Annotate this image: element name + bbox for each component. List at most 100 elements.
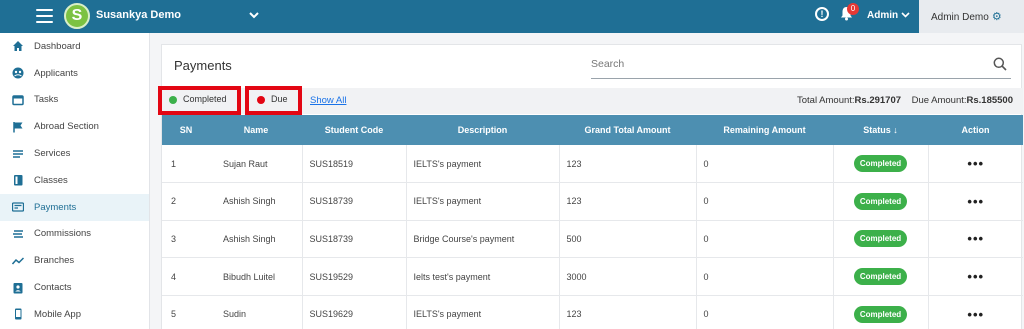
cell-sn: 5 — [162, 295, 210, 329]
sidebar-item-branches[interactable]: Branches — [0, 247, 149, 274]
sidebar-item-dashboard[interactable]: Dashboard — [0, 33, 149, 60]
cell-student-code: SUS18739 — [301, 220, 406, 259]
filter-completed-label: Completed — [183, 94, 227, 104]
cell-description: IELTS's payment — [405, 145, 559, 184]
more-actions-icon[interactable]: ••• — [967, 194, 984, 209]
sidebar-item-payments[interactable]: Payments — [0, 193, 149, 221]
cell-name: Bibudh Luitel — [210, 257, 302, 296]
cell-remaining: 0 — [695, 257, 833, 296]
cell-grand-total: 123 — [558, 295, 696, 329]
contacts-icon — [12, 282, 24, 294]
cell-name: Sudin — [210, 295, 302, 329]
more-actions-icon[interactable]: ••• — [967, 156, 984, 171]
cell-sn: 2 — [162, 182, 210, 221]
sidebar-item-label: Applicants — [34, 67, 78, 79]
more-actions-icon[interactable]: ••• — [967, 307, 984, 322]
more-actions-icon[interactable]: ••• — [967, 269, 984, 284]
total-amount-label: Total Amount: — [796, 95, 855, 106]
admin-demo-label: Admin Demo — [931, 12, 989, 23]
show-all-link[interactable]: Show All — [310, 95, 346, 106]
search-bar — [591, 53, 1011, 79]
search-input[interactable] — [591, 53, 981, 75]
sidebar-item-mobile-app[interactable]: Mobile App — [0, 301, 149, 328]
chevron-down-icon[interactable] — [248, 8, 260, 23]
col-status[interactable]: Status ↓ — [833, 115, 928, 145]
sidebar-item-tasks[interactable]: Tasks — [0, 87, 149, 114]
cell-sn: 4 — [162, 257, 210, 296]
sidebar-item-abroad-section[interactable]: Abroad Section — [0, 113, 149, 140]
hamburger-menu-icon[interactable] — [36, 9, 53, 23]
sidebar-item-label: Classes — [34, 174, 68, 186]
admin-dropdown[interactable]: Admin — [867, 10, 910, 21]
cell-remaining: 0 — [695, 145, 833, 184]
col-status-label: Status — [863, 125, 891, 135]
col-sn: SN — [179, 125, 193, 135]
cell-status: Completed — [832, 145, 928, 184]
due-amount-label: Due Amount: — [911, 95, 967, 106]
sort-arrow-icon: ↓ — [893, 125, 898, 135]
cell-status: Completed — [832, 295, 928, 329]
cell-name: Ashish Singh — [210, 220, 302, 259]
col-description: Description — [457, 125, 508, 135]
info-icon[interactable]: ! — [815, 7, 829, 21]
cell-description: Ielts test's payment — [405, 257, 559, 296]
status-badge: Completed — [853, 155, 908, 173]
cell-sn: 3 — [162, 220, 210, 259]
amount-totals: Total Amount:Rs.291707 Due Amount:Rs.185… — [797, 95, 1013, 106]
table-row: 5 Sudin SUS19629 IELTS's payment 123 0 C… — [162, 295, 1023, 329]
total-amount-value: Rs.291707 — [854, 95, 902, 106]
col-action: Action — [961, 125, 990, 135]
sidebar-item-label: Abroad Section — [34, 121, 99, 133]
cell-action: ••• — [927, 145, 1023, 184]
mobile-icon — [12, 308, 24, 320]
payments-table: SN Name Student Code Description Grand T… — [162, 115, 1023, 329]
home-icon — [12, 40, 24, 52]
more-actions-icon[interactable]: ••• — [967, 231, 984, 246]
cell-status: Completed — [832, 220, 928, 259]
sidebar-item-commissions[interactable]: Commissions — [0, 221, 149, 248]
sidebar-item-contacts[interactable]: Contacts — [0, 274, 149, 301]
table-row: 3 Ashish Singh SUS18739 Bridge Course's … — [162, 220, 1023, 259]
book-icon — [12, 174, 24, 186]
cell-name: Ashish Singh — [210, 182, 302, 221]
sidebar-item-label: Branches — [34, 255, 75, 267]
list-icon — [12, 148, 24, 160]
sidebar-item-label: Commissions — [34, 228, 92, 240]
app-title: Susankya Demo — [96, 9, 181, 21]
admin-demo-settings[interactable]: Admin Demo ⚙ — [919, 0, 1024, 33]
cell-student-code: SUS18739 — [301, 182, 406, 221]
trend-icon — [11, 255, 25, 267]
page-title: Payments — [174, 58, 232, 73]
table-row: 1 Sujan Raut SUS18519 IELTS's payment 12… — [162, 145, 1023, 184]
app-logo[interactable]: S — [64, 3, 90, 29]
sidebar-item-label: Payments — [34, 201, 77, 213]
sidebar-item-applicants[interactable]: Applicants — [0, 60, 149, 87]
col-student-code: Student Code — [324, 125, 384, 135]
sidebar-item-classes[interactable]: Classes — [0, 167, 149, 194]
col-remaining: Remaining Amount — [723, 125, 806, 135]
status-badge: Completed — [853, 230, 908, 248]
cell-student-code: SUS19629 — [301, 295, 406, 329]
cell-grand-total: 500 — [558, 220, 696, 259]
cell-grand-total: 3000 — [558, 257, 696, 296]
due-amount-value: Rs.185500 — [966, 95, 1013, 106]
filter-due-label: Due — [271, 94, 288, 104]
cell-remaining: 0 — [695, 182, 833, 221]
sidebar: Dashboard Applicants Tasks Abroad Sectio… — [0, 33, 150, 329]
status-badge: Completed — [853, 192, 908, 210]
cell-name: Sujan Raut — [210, 145, 302, 184]
filter-bar: Completed Due Show All Total Amount:Rs.2… — [158, 86, 1023, 115]
cell-remaining: 0 — [695, 220, 833, 259]
sidebar-item-label: Dashboard — [34, 40, 81, 52]
search-icon[interactable] — [993, 57, 1007, 76]
filter-due[interactable]: Due — [245, 86, 302, 115]
gear-icon: ⚙ — [991, 11, 1002, 23]
cell-student-code: SUS18519 — [301, 145, 406, 184]
sidebar-item-label: Contacts — [34, 282, 72, 294]
filter-completed[interactable]: Completed — [158, 86, 241, 115]
cell-description: IELTS's payment — [405, 182, 559, 221]
sidebar-item-services[interactable]: Services — [0, 140, 149, 167]
cell-description: Bridge Course's payment — [405, 220, 559, 259]
table-row: 4 Bibudh Luitel SUS19529 Ielts test's pa… — [162, 257, 1023, 296]
cell-student-code: SUS19529 — [301, 257, 406, 296]
